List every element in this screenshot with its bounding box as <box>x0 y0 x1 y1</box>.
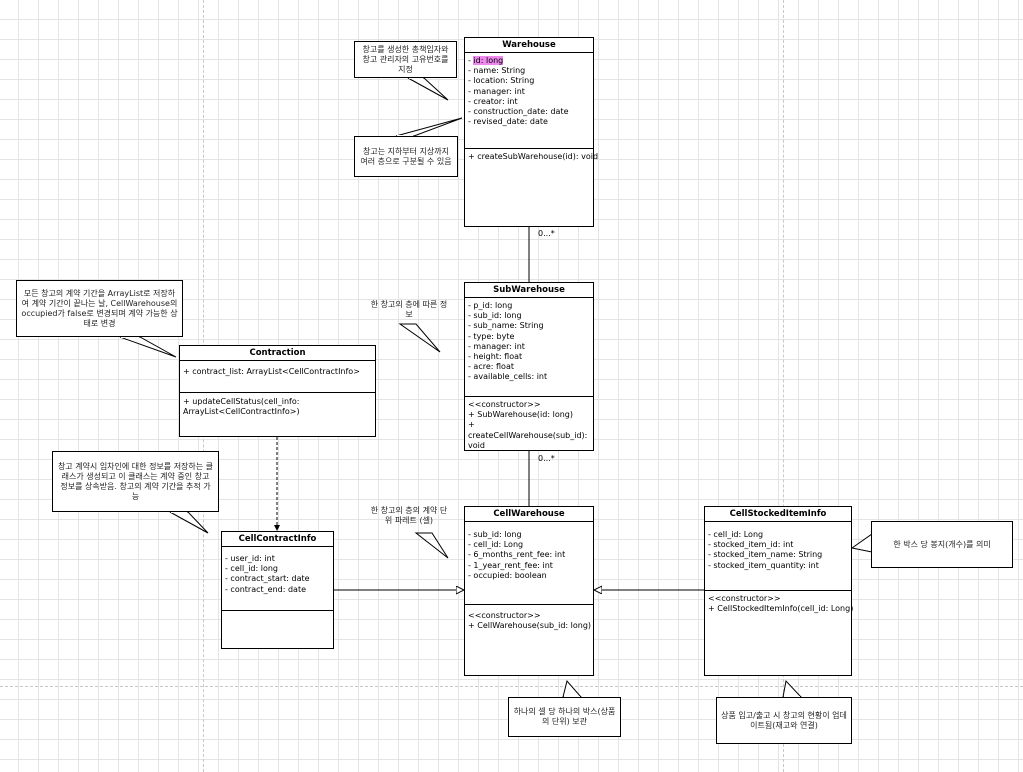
attributes-section: - user_id: int - cell_id: long - contrac… <box>222 547 333 611</box>
class-name: SubWarehouse <box>465 283 593 298</box>
attribute: + contract_list: ArrayList<CellContractI… <box>183 367 360 376</box>
attribute: - construction_date: date <box>468 107 569 117</box>
method: + updateCellStatus(cell_info: ArrayList<… <box>183 397 300 417</box>
methods-section: <<constructor>> + SubWarehouse(id: long)… <box>465 397 593 455</box>
callout-pointer <box>398 323 441 353</box>
callout-pointer <box>850 533 873 553</box>
attributes-section: + contract_list: ArrayList<CellContractI… <box>180 361 375 393</box>
class-cellcontractinfo[interactable]: CellContractInfo - user_id: int - cell_i… <box>221 531 334 649</box>
note-contraction-info: 모든 창고의 계약 기간을 ArrayList로 저장하여 계약 기간이 끝나는… <box>16 280 183 337</box>
multiplicity-label: 0...* <box>538 229 555 238</box>
note-box-quantity: 한 박스 당 봉지(개수)를 의미 <box>871 521 1013 568</box>
class-contraction[interactable]: Contraction + contract_list: ArrayList<C… <box>179 345 376 437</box>
attribute: - manager: int <box>468 86 525 96</box>
class-cellwarehouse[interactable]: CellWarehouse - sub_id: long - cell_id: … <box>464 506 594 676</box>
attribute: - type: byte <box>468 331 515 341</box>
method: <<constructor>> <box>708 594 781 603</box>
callout-pointer <box>782 679 803 698</box>
attributes-section: - sub_id: long - cell_id: Long - 6_month… <box>465 522 593 605</box>
attribute: - stocked_item_name: String <box>708 550 823 560</box>
methods-section: + updateCellStatus(cell_info: ArrayList<… <box>180 393 375 421</box>
method: + CellWarehouse(sub_id: long) <box>468 621 592 631</box>
attribute: - revised_date: date <box>468 117 548 127</box>
class-cellstockediteminfo[interactable]: CellStockedItemInfo - cell_id: Long - st… <box>704 506 854 676</box>
note-box-unit: 하나의 셀 당 하나의 박스(상품의 단위) 보관 <box>508 697 621 737</box>
attribute: - stocked_item_id: int <box>708 540 794 550</box>
attribute: - cell_id: Long <box>468 540 524 550</box>
attribute: - sub_name: String <box>468 321 544 331</box>
attribute: - occupied: boolean <box>468 570 547 580</box>
callout-pointer <box>169 511 209 534</box>
methods-section: + createSubWarehouse(id): void <box>465 149 599 166</box>
note-warehouse-ids: 창고를 생성한 총책임자와 창고 관리자의 고유번호를 지정 <box>354 41 457 78</box>
attribute: - acre: float <box>468 362 514 372</box>
method: + createCellWarehouse(sub_id): void <box>468 420 588 450</box>
attribute: - cell_id: long <box>225 564 278 574</box>
attribute: - sub_id: long <box>468 311 522 321</box>
note-subwarehouse-floor: 한 창고의 층에 따른 정보 <box>370 300 448 319</box>
class-subwarehouse[interactable]: SubWarehouse - p_id: long - sub_id: long… <box>464 282 594 451</box>
multiplicity-label: 0...* <box>538 454 555 463</box>
method: + createSubWarehouse(id): void <box>468 152 599 161</box>
attribute: - creator: int <box>468 96 518 106</box>
attribute: - 6_months_rent_fee: int <box>468 550 566 560</box>
attribute: - sub_id: long <box>468 530 522 539</box>
methods-section: <<constructor>> + CellStockedItemInfo(ce… <box>705 591 854 618</box>
callout-pointer <box>414 532 449 559</box>
class-name: CellStockedItemInfo <box>705 507 851 522</box>
note-cell-unit: 한 창고의 층의 계약 단위 파레트 (셀) <box>370 506 448 525</box>
attribute: - manager: int <box>468 341 525 351</box>
class-name: CellWarehouse <box>465 507 593 522</box>
class-warehouse[interactable]: Warehouse - id: long - name: String - lo… <box>464 37 599 227</box>
method: <<constructor>> <box>468 400 541 409</box>
methods-section: <<constructor>> + CellWarehouse(sub_id: … <box>465 605 593 635</box>
attribute: - 1_year_rent_fee: int <box>468 560 553 570</box>
callout-pointer <box>119 336 177 358</box>
method: + CellStockedItemInfo(cell_id: Long) <box>708 604 854 614</box>
methods-section <box>222 611 333 618</box>
attribute: - p_id: long <box>468 301 513 310</box>
class-name: CellContractInfo <box>222 532 333 547</box>
attribute: - user_id: int <box>225 554 275 563</box>
attributes-section: - p_id: long - sub_id: long - sub_name: … <box>465 298 593 397</box>
note-warehouse-floors: 창고는 지하부터 지상까지 여러 층으로 구분될 수 있음 <box>354 136 458 177</box>
class-name: Contraction <box>180 346 375 361</box>
highlighted-attribute: id: long <box>473 56 504 65</box>
attribute: - stocked_item_quantity: int <box>708 560 819 570</box>
callout-pointer <box>395 117 463 137</box>
attribute: - contract_start: date <box>225 574 310 584</box>
attributes-section: - id: long - name: String - location: St… <box>465 53 593 149</box>
attribute: - name: String <box>468 66 526 76</box>
class-name: Warehouse <box>465 38 593 53</box>
attribute: - contract_end: date <box>225 584 307 594</box>
note-contract-info: 창고 계약시 임차인에 대한 정보를 저장하는 클래스가 생성되고 이 클래스는… <box>52 451 219 512</box>
method: <<constructor>> <box>468 611 541 620</box>
attributes-section: - cell_id: Long - stocked_item_id: int -… <box>705 522 851 591</box>
attribute: - cell_id: Long <box>708 530 764 539</box>
attribute: - height: float <box>468 352 523 362</box>
attribute: - location: String <box>468 76 535 86</box>
attribute: - available_cells: int <box>468 372 548 382</box>
callout-pointer <box>407 77 449 101</box>
callout-pointer <box>562 679 583 698</box>
note-stock-update: 상품 입고/출고 시 창고의 현황이 업데이트됨(재고와 연결) <box>716 697 852 744</box>
method: + SubWarehouse(id: long) <box>468 410 573 420</box>
